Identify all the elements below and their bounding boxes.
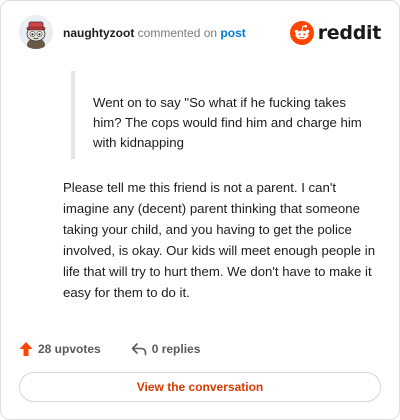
reddit-brand[interactable]: reddit [289,20,382,46]
post-link[interactable]: post [220,26,245,40]
reddit-comment-embed-card: naughtyzoot commented on post reddit Wen… [0,0,400,420]
snoo-avatar-icon[interactable] [19,15,53,49]
comment-header: naughtyzoot commented on post reddit [19,15,381,53]
username-link[interactable]: naughtyzoot [63,26,134,40]
reply-arrow-icon [131,343,147,356]
quoted-text: Went on to say "So what if he fucking ta… [93,95,362,150]
upvote-stat[interactable]: 28 upvotes [19,341,101,357]
view-conversation-button[interactable]: View the conversation [19,372,381,402]
byline-action-text: commented on [137,26,218,40]
reddit-wordmark: reddit [317,22,382,44]
reddit-logo-icon [289,21,314,45]
comment-stats: 28 upvotes 0 replies [19,339,230,359]
reply-stat[interactable]: 0 replies [131,342,201,356]
comment-body: Please tell me this friend is not a pare… [63,180,376,300]
quoted-text-block: Went on to say "So what if he fucking ta… [71,71,375,159]
comment-byline: naughtyzoot commented on post [63,26,246,40]
upvote-arrow-icon [19,342,33,356]
reply-count: 0 replies [151,342,201,356]
upvote-count: 28 upvotes [38,342,101,356]
